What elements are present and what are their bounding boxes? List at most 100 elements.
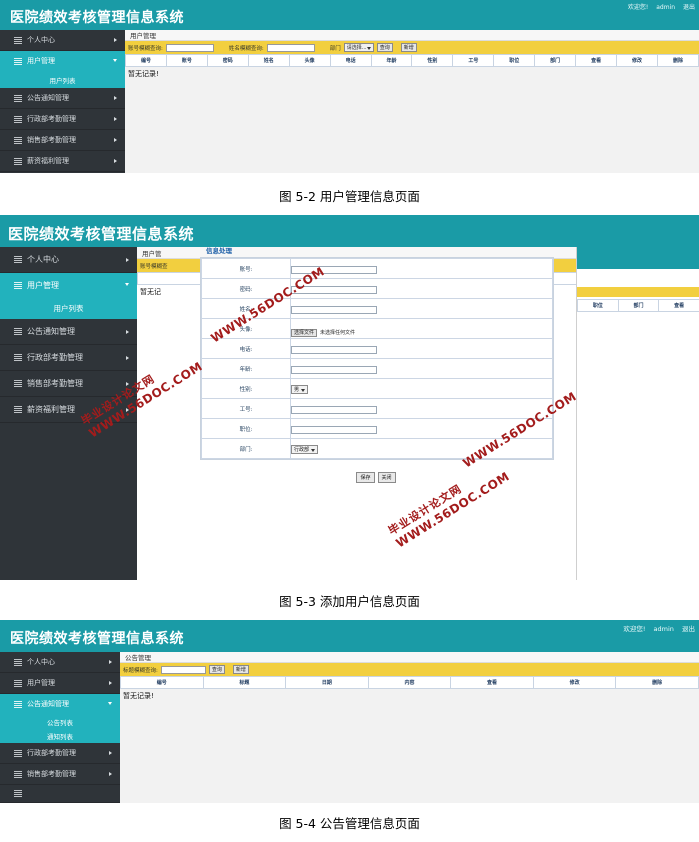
sidebar-item-label: 个人中心 [27, 657, 55, 667]
sidebar-item-user-management[interactable]: 用户管理 [0, 273, 137, 298]
form-text-input[interactable] [291, 266, 377, 274]
title-search-input[interactable] [161, 666, 206, 674]
sidebar-item-personal-center[interactable]: 个人中心 [0, 247, 137, 273]
title-search-label: 标题模糊查询: [123, 666, 158, 674]
sidebar-item-label: 用户管理 [27, 56, 55, 66]
figure-caption-5-2: 图 5-2 用户管理信息页面 [0, 186, 699, 205]
menu-bars-icon [14, 406, 22, 413]
sidebar-item-admin-attendance[interactable]: 行政部考勤管理 [0, 109, 125, 130]
sidebar-item-notice-management[interactable]: 公告通知管理 [0, 319, 137, 345]
sidebar-item-personal-center[interactable]: 个人中心 [0, 30, 125, 51]
username-label[interactable]: admin [654, 625, 674, 633]
form-file-input[interactable]: 选择文件未选择任何文件 [291, 329, 355, 337]
chevron-right-icon [109, 660, 112, 664]
form-text-input[interactable] [291, 366, 377, 374]
screenshot-user-management: 医院绩效考核管理信息系统 欢迎您! admin 退出 个人中心 用户管理 用户列… [0, 0, 699, 173]
sidebar-item-label: 行政部考勤管理 [27, 114, 76, 124]
form-row: 姓名: [202, 299, 553, 319]
sidebar-item-notice-management[interactable]: 公告通知管理 [0, 88, 125, 109]
breadcrumb-label: 公告管理 [125, 652, 151, 662]
table-header-row: 职位部门查看 [578, 300, 699, 312]
query-button[interactable]: 查询 [209, 665, 225, 674]
form-field-label: 电话: [202, 339, 291, 359]
menu-bars-icon [14, 328, 22, 335]
form-select-value: 男 [294, 386, 299, 393]
table-column-header: 编号 [121, 677, 204, 689]
form-text-input[interactable] [291, 286, 377, 294]
table-header-row: 编号账号密码姓名头像电话年龄性别工号职位部门查看修改删除 [126, 55, 699, 67]
sidebar-item-salary-welfare[interactable]: 薪资福利管理 [0, 151, 125, 172]
sidebar-subitem-label: 公告列表 [47, 717, 73, 727]
logout-link[interactable]: 退出 [682, 625, 695, 633]
sidebar-item-user-management[interactable]: 用户管理 [0, 51, 125, 72]
form-text-input[interactable] [291, 426, 377, 434]
form-row: 电话: [202, 339, 553, 359]
form-field-value [291, 259, 553, 279]
choose-file-button[interactable]: 选择文件 [291, 329, 317, 337]
chevron-right-icon [126, 356, 129, 360]
form-select-value: 行政部 [294, 446, 309, 453]
file-name-label: 未选择任何文件 [320, 329, 355, 336]
form-text-input[interactable] [291, 306, 377, 314]
sidebar-item-sales-attendance[interactable]: 销售部考勤管理 [0, 371, 137, 397]
form-text-input[interactable] [291, 346, 377, 354]
chevron-right-icon [126, 382, 129, 386]
form-row: 性别:男 [202, 379, 553, 399]
name-search-input[interactable] [267, 44, 315, 52]
form-field-value: 男 [291, 379, 553, 399]
add-button[interactable]: 新增 [401, 43, 417, 52]
form-select[interactable]: 男 [291, 385, 308, 394]
sidebar-subitem-user-list[interactable]: 用户列表 [0, 72, 125, 88]
logout-link[interactable]: 退出 [683, 4, 695, 11]
form-text-input[interactable] [291, 406, 377, 414]
account-search-label: 账号模糊查询: [128, 44, 163, 52]
account-search-input[interactable] [166, 44, 214, 52]
table-column-header: 职位 [494, 55, 535, 67]
sidebar-subitem-label: 通知列表 [47, 731, 73, 741]
sidebar-item-label: 薪资福利管理 [27, 404, 75, 415]
breadcrumb: 公告管理 [120, 652, 699, 663]
sidebar-item-admin-attendance[interactable]: 行政部考勤管理 [0, 743, 120, 764]
sidebar-item-notice-management[interactable]: 公告通知管理 [0, 694, 120, 715]
form-select[interactable]: 行政部 [291, 445, 318, 454]
user-table: 编号账号密码姓名头像电话年龄性别工号职位部门查看修改删除 [125, 54, 699, 67]
sidebar-item-user-management[interactable]: 用户管理 [0, 673, 120, 694]
welcome-text: 欢迎您! [628, 4, 648, 11]
menu-bars-icon [14, 137, 22, 144]
notice-table: 编号标题日期内容查看修改删除 [120, 676, 699, 689]
table-column-header: 年龄 [371, 55, 412, 67]
form-row: 工号: [202, 399, 553, 419]
sidebar-item-admin-attendance[interactable]: 行政部考勤管理 [0, 345, 137, 371]
add-user-dialog: 信息处理 账号:密码:姓名:头像:选择文件未选择任何文件电话:年龄:性别:男工号… [200, 239, 560, 429]
menu-bars-icon [14, 95, 22, 102]
department-select[interactable]: 请选择... [344, 43, 374, 52]
sidebar-subitem-notice-list[interactable]: 公告列表 [0, 715, 120, 729]
sidebar-item-personal-center[interactable]: 个人中心 [0, 652, 120, 673]
sidebar-subitem-announcement-list[interactable]: 通知列表 [0, 729, 120, 743]
dialog-title: 信息处理 [200, 239, 560, 257]
sidebar-item-sales-attendance[interactable]: 销售部考勤管理 [0, 130, 125, 151]
form-field-value [291, 299, 553, 319]
add-button[interactable]: 新增 [233, 665, 249, 674]
form-field-label: 部门: [202, 439, 291, 459]
query-button[interactable]: 查询 [377, 43, 393, 52]
sidebar-item-extra[interactable] [0, 785, 120, 803]
sidebar-item-salary-welfare[interactable]: 薪资福利管理 [0, 397, 137, 423]
save-button[interactable]: 保存 [356, 472, 374, 483]
close-button[interactable]: 关闭 [378, 472, 396, 483]
chevron-right-icon [126, 258, 129, 262]
sidebar-item-label: 销售部考勤管理 [27, 135, 76, 145]
username-label[interactable]: admin [656, 4, 675, 11]
account-search-label: 账号模糊查 [140, 262, 168, 270]
sidebar-item-label: 薪资福利管理 [27, 156, 69, 166]
figure-caption-5-3: 图 5-3 添加用户信息页面 [0, 591, 699, 610]
menu-bars-icon [14, 58, 22, 65]
table-column-header: 内容 [368, 677, 451, 689]
sidebar-item-sales-attendance[interactable]: 销售部考勤管理 [0, 764, 120, 785]
chevron-right-icon [109, 681, 112, 685]
sidebar-item-label: 个人中心 [27, 35, 55, 45]
sidebar-subitem-user-list[interactable]: 用户列表 [0, 298, 137, 319]
table-column-header: 修改 [617, 55, 658, 67]
form-field-label: 密码: [202, 279, 291, 299]
screenshot-notice-management: 医院绩效考核管理信息系统 欢迎您! admin 退出 个人中心 用户管理 公告通… [0, 620, 699, 803]
